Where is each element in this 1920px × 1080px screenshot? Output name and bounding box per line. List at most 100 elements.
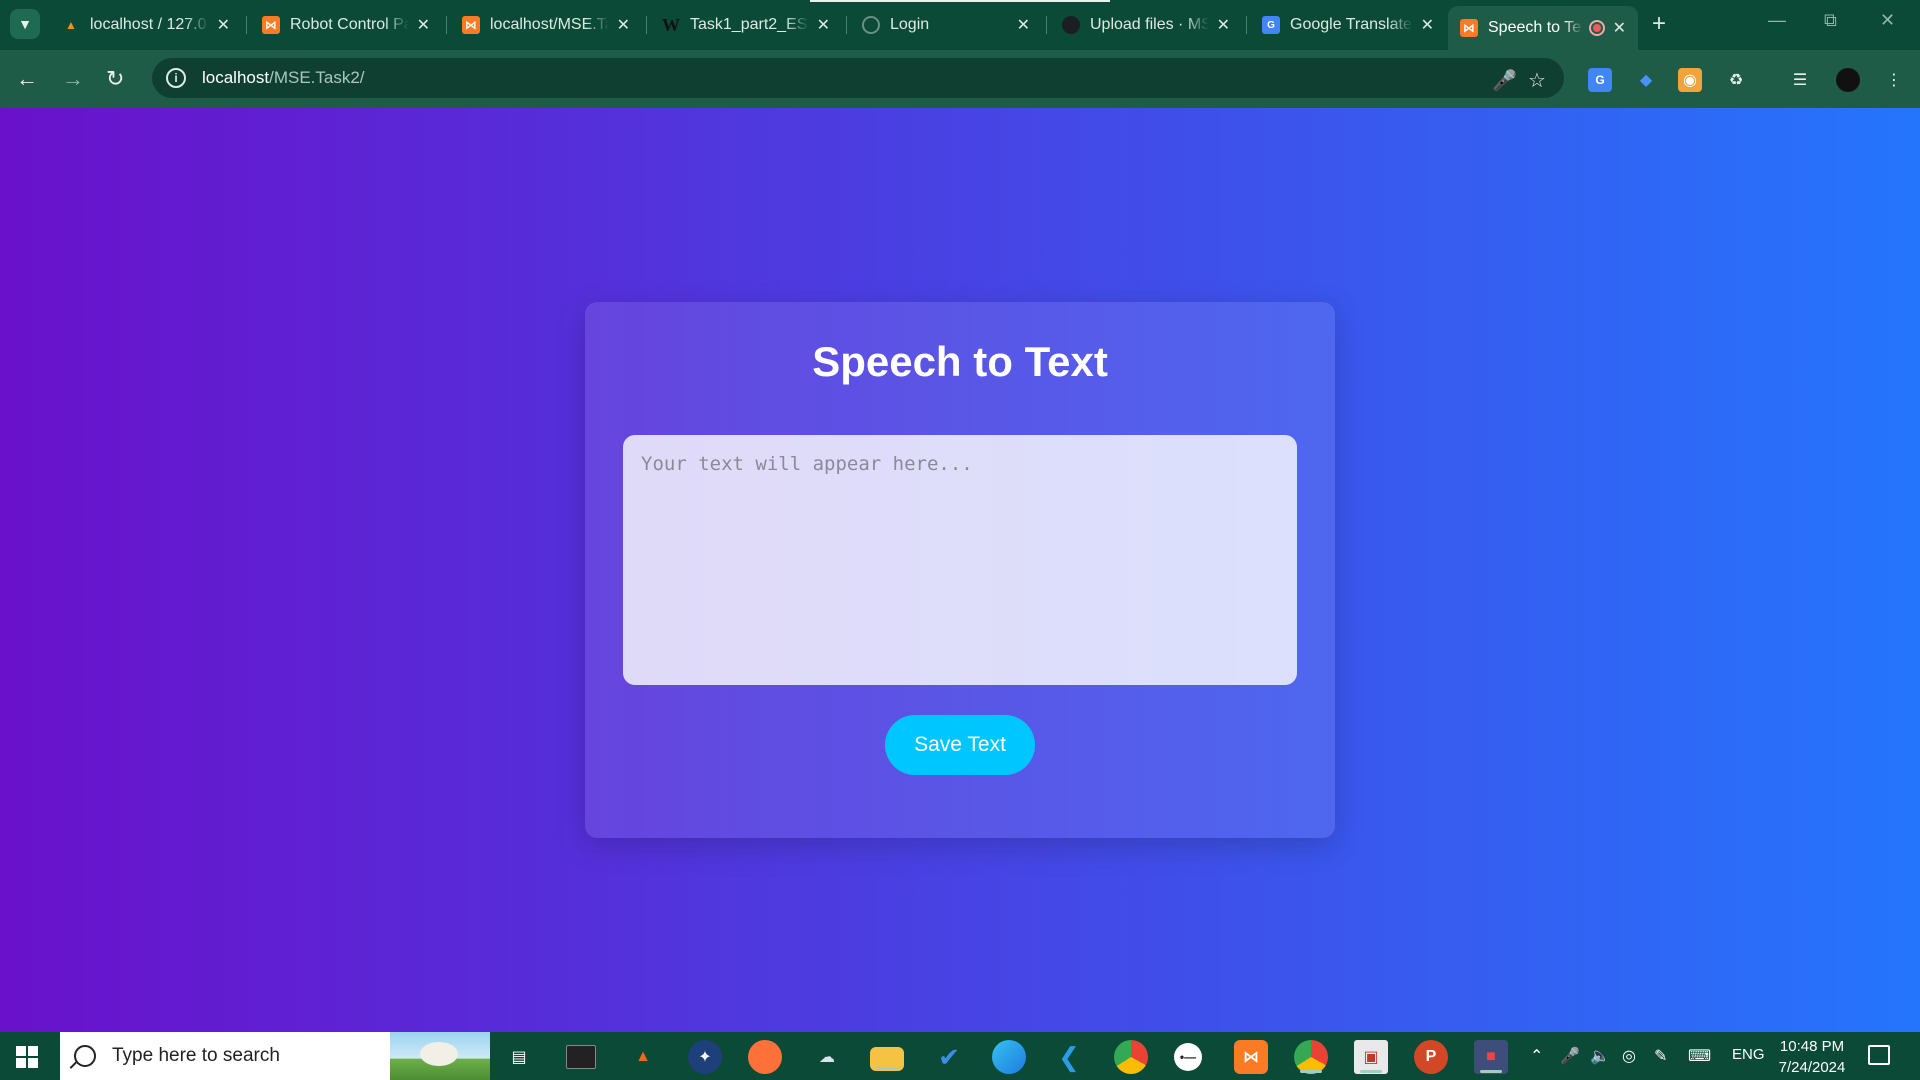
running-indicator	[1300, 1070, 1322, 1073]
taskbar-search[interactable]: Type here to search	[60, 1032, 490, 1080]
speech-card: Speech to Text Save Text	[585, 302, 1335, 838]
close-window-icon[interactable]: ✕	[1880, 10, 1895, 31]
page-viewport: Speech to Text Save Text	[0, 108, 1920, 1032]
search-icon	[74, 1045, 96, 1067]
extensions-puzzle-icon[interactable]: ♻	[1724, 68, 1748, 92]
back-arrow-icon[interactable]: ←	[16, 66, 38, 92]
tab-speech-to-text[interactable]: ⋈ Speech to Text ✕	[1448, 6, 1638, 50]
globe-icon	[862, 16, 880, 34]
active-app-icon[interactable]: ■	[1474, 1040, 1508, 1074]
app-chart-icon[interactable]: ▣	[1354, 1040, 1388, 1074]
tab-divider	[246, 16, 247, 34]
terminal-icon[interactable]	[566, 1045, 596, 1069]
extension-diamond-icon[interactable]: ◆	[1634, 68, 1658, 92]
close-icon[interactable]: ✕	[217, 15, 230, 35]
profile-avatar[interactable]	[1836, 68, 1860, 92]
pen-icon[interactable]: ✎	[1654, 1046, 1667, 1066]
minimize-icon[interactable]: —	[1768, 10, 1786, 31]
new-tab-button[interactable]: +	[1652, 10, 1666, 38]
close-icon[interactable]: ✕	[817, 15, 830, 35]
chevron-up-icon[interactable]: ⌃	[1530, 1046, 1543, 1066]
xampp-taskbar-icon[interactable]: ⋈	[1234, 1040, 1268, 1074]
browser-toolbar: ← → ↻ i localhost/MSE.Task2/ 🎤 ☆	[0, 50, 1920, 108]
chrome-icon[interactable]	[1114, 1040, 1148, 1074]
tab-divider	[846, 16, 847, 34]
tab-phpmyadmin[interactable]: ▲ localhost / 127.0.0.1 ✕	[50, 8, 242, 42]
tab-divider	[1246, 16, 1247, 34]
task-view-icon[interactable]: ▤	[502, 1040, 536, 1074]
forward-arrow-icon[interactable]: →	[62, 66, 84, 92]
tab-upload-files[interactable]: Upload files · MSE ✕	[1050, 8, 1242, 42]
google-translate-extension-icon[interactable]: G	[1588, 68, 1612, 92]
wordpress-w-icon: W	[662, 14, 680, 35]
app-toggle-icon[interactable]: •—	[1174, 1043, 1202, 1071]
url-host: localhost	[202, 68, 270, 87]
extension-orange-icon[interactable]: ◉	[1678, 68, 1702, 92]
tab-search-button[interactable]: ▼	[10, 9, 40, 39]
close-icon[interactable]: ✕	[1613, 18, 1626, 38]
tab-mse-task1[interactable]: ⋈ localhost/MSE.Task1 ✕	[450, 8, 642, 42]
tab-title: Task1_part2_ESP32	[690, 16, 809, 33]
xampp-icon: ⋈	[1460, 19, 1478, 37]
close-icon[interactable]: ✕	[1421, 15, 1434, 35]
tab-task1-part2[interactable]: W Task1_part2_ESP32 ✕	[650, 8, 842, 42]
matlab-icon[interactable]: ▲	[626, 1040, 660, 1074]
site-info-icon[interactable]: i	[166, 68, 186, 88]
tab-robot-control-panel[interactable]: ⋈ Robot Control Panel ✕	[250, 8, 442, 42]
close-icon[interactable]: ✕	[417, 15, 430, 35]
edge-icon[interactable]	[992, 1040, 1026, 1074]
url-text[interactable]: localhost/MSE.Task2/	[202, 68, 365, 88]
clock-date: 7/24/2024	[1778, 1059, 1846, 1076]
tab-login[interactable]: Login ✕	[850, 8, 1042, 42]
clock-time: 10:48 PM	[1779, 1038, 1845, 1055]
language-indicator[interactable]: ENG	[1732, 1046, 1765, 1063]
address-bar[interactable]: i localhost/MSE.Task2/ 🎤 ☆	[152, 58, 1564, 98]
tab-divider	[446, 16, 447, 34]
bookmark-star-icon[interactable]: ☆	[1528, 68, 1546, 93]
volume-icon[interactable]: 🔈	[1590, 1046, 1610, 1066]
mic-tray-icon[interactable]: 🎤	[1560, 1046, 1580, 1066]
close-icon[interactable]: ✕	[1217, 15, 1230, 35]
restore-icon[interactable]: ⧉	[1824, 10, 1837, 31]
tab-strip: ▼ ▲ localhost / 127.0.0.1 ✕ ⋈ Robot Cont…	[0, 0, 1920, 50]
reload-icon[interactable]: ↻	[106, 66, 124, 92]
save-text-button[interactable]: Save Text	[885, 715, 1035, 775]
app-compass-icon[interactable]: ✦	[688, 1040, 722, 1074]
clock[interactable]: 10:48 PM 7/24/2024	[1774, 1036, 1850, 1078]
close-icon[interactable]: ✕	[617, 15, 630, 35]
tab-title: Speech to Text	[1488, 19, 1583, 36]
keyboard-icon[interactable]: ⌨	[1688, 1046, 1711, 1066]
microphone-icon[interactable]: 🎤	[1492, 68, 1517, 93]
running-indicator	[1480, 1070, 1502, 1073]
tab-google-translate[interactable]: G Google Translate ✕	[1250, 8, 1446, 42]
app-cloud-icon[interactable]: ☁	[810, 1040, 844, 1074]
windows-start-icon[interactable]	[16, 1046, 38, 1068]
file-explorer-icon[interactable]	[870, 1047, 904, 1071]
close-icon[interactable]: ✕	[1017, 15, 1030, 35]
wifi-icon[interactable]: ◎	[1622, 1046, 1636, 1066]
media-controls-icon[interactable]: ☰	[1788, 68, 1812, 92]
todo-check-icon[interactable]: ✔	[932, 1040, 966, 1074]
url-path: /MSE.Task2/	[269, 68, 365, 87]
github-icon	[1062, 16, 1080, 34]
notifications-icon[interactable]	[1868, 1045, 1890, 1065]
chrome-profile-icon[interactable]	[1294, 1040, 1328, 1074]
vscode-icon[interactable]: ❮	[1052, 1040, 1086, 1074]
search-highlight-image	[390, 1032, 490, 1080]
tab-title: localhost/MSE.Task1	[490, 16, 609, 33]
page-title: Speech to Text	[812, 338, 1108, 385]
windows-taskbar: Type here to search ▤ ▲ ✦ ☁ ✔ ❮ •— ⋈ ▣ P…	[0, 1032, 1920, 1080]
tab-title: Robot Control Panel	[290, 16, 409, 33]
transcript-textarea[interactable]	[623, 435, 1297, 685]
tab-title: Login	[890, 16, 930, 33]
google-translate-icon: G	[1262, 16, 1280, 34]
tab-divider	[1046, 16, 1047, 34]
xampp-icon: ⋈	[462, 16, 480, 34]
loading-indicator	[810, 0, 1110, 2]
powerpoint-icon[interactable]: P	[1414, 1040, 1448, 1074]
menu-kebab-icon[interactable]: ⋮	[1882, 68, 1906, 92]
firefox-icon[interactable]	[748, 1040, 782, 1074]
tab-divider	[646, 16, 647, 34]
recording-indicator-icon	[1588, 20, 1605, 36]
chevron-down-icon: ▼	[18, 16, 32, 32]
